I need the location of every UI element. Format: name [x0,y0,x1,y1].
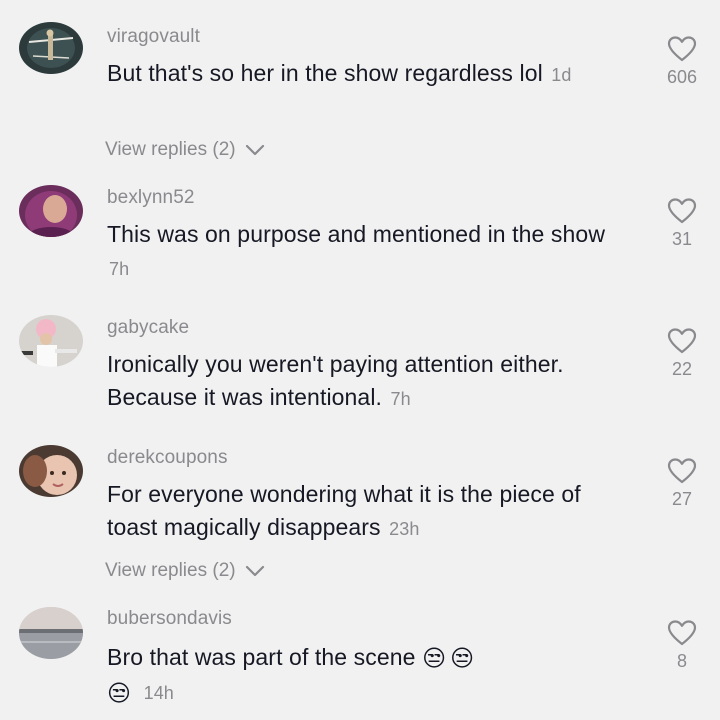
avatar[interactable] [19,22,83,74]
view-replies-label: View replies (2) [105,560,236,581]
unamused-face-emoji: 😒 [422,645,447,672]
comment-timestamp: 23h [389,519,420,539]
comment-body: For everyone wondering what it is the pi… [107,481,581,540]
avatar[interactable] [19,607,83,659]
comment-username[interactable]: derekcoupons [107,447,228,469]
comment-timestamp: 1d [551,65,572,85]
like-count: 31 [671,229,693,249]
comment-text: But that's so her in the show regardless… [107,57,627,92]
avatar-pink-hat-person-icon [19,315,83,367]
comment-username[interactable]: gabycake [107,317,189,339]
comment-text: This was on purpose and mentioned in the… [107,218,627,286]
view-replies-button[interactable]: View replies (2) [105,560,266,582]
chevron-down-icon [245,565,264,577]
comment-text: Ironically you weren't paying attention … [107,348,607,416]
view-replies-label: View replies (2) [105,139,236,160]
comment-item: derekcoupons For everyone wondering what… [0,440,720,600]
comment-timestamp: 7h [109,259,130,279]
comment-item: bubersondavis Bro that was part of the s… [0,600,720,720]
like-count: 8 [676,651,687,671]
comment-item: bexlynn52 This was on purpose and mentio… [0,180,720,310]
heart-icon [667,620,697,646]
comment-username[interactable]: bexlynn52 [107,187,195,209]
view-replies-button[interactable]: View replies (2) [105,139,266,161]
comment-list: viragovault But that's so her in the sho… [0,0,720,720]
comment-username[interactable]: viragovault [107,26,200,48]
avatar-dark-circle-figure-icon [19,22,83,74]
avatar[interactable] [19,315,83,367]
unamused-face-emoji: 😒 [450,645,475,672]
avatar-purple-hair-person-icon [19,185,83,237]
like-button[interactable]: 22 [650,328,714,380]
comment-body: But that's so her in the show regardless… [107,60,543,86]
like-button[interactable]: 606 [650,36,714,88]
comment-item: viragovault But that's so her in the sho… [0,0,720,180]
comment-body: Bro that was part of the scene [107,644,416,670]
like-button[interactable]: 31 [650,198,714,250]
heart-icon [667,36,697,62]
comment-body: This was on purpose and mentioned in the… [107,221,606,247]
comment-body: Ironically you weren't paying attention … [107,351,564,410]
comment-item: gabycake Ironically you weren't paying a… [0,310,720,440]
comment-timestamp: 7h [390,389,411,409]
heart-icon [667,328,697,354]
like-count: 27 [671,489,693,509]
comment-text: For everyone wondering what it is the pi… [107,478,632,546]
chevron-down-icon [245,144,264,156]
avatar-child-face-icon [19,445,83,497]
comment-text: Bro that was part of the scene 😒 😒 😒 14h [107,641,627,710]
avatar-lake-sunset-icon [19,607,83,659]
heart-icon [667,458,697,484]
like-button[interactable]: 8 [650,620,714,672]
like-count: 22 [671,359,693,379]
avatar[interactable] [19,445,83,497]
avatar[interactable] [19,185,83,237]
like-count: 606 [666,67,698,87]
unamused-face-emoji: 😒 [107,679,132,706]
comment-username[interactable]: bubersondavis [107,608,232,630]
like-button[interactable]: 27 [650,458,714,510]
comment-timestamp: 14h [143,683,174,704]
heart-icon [667,198,697,224]
